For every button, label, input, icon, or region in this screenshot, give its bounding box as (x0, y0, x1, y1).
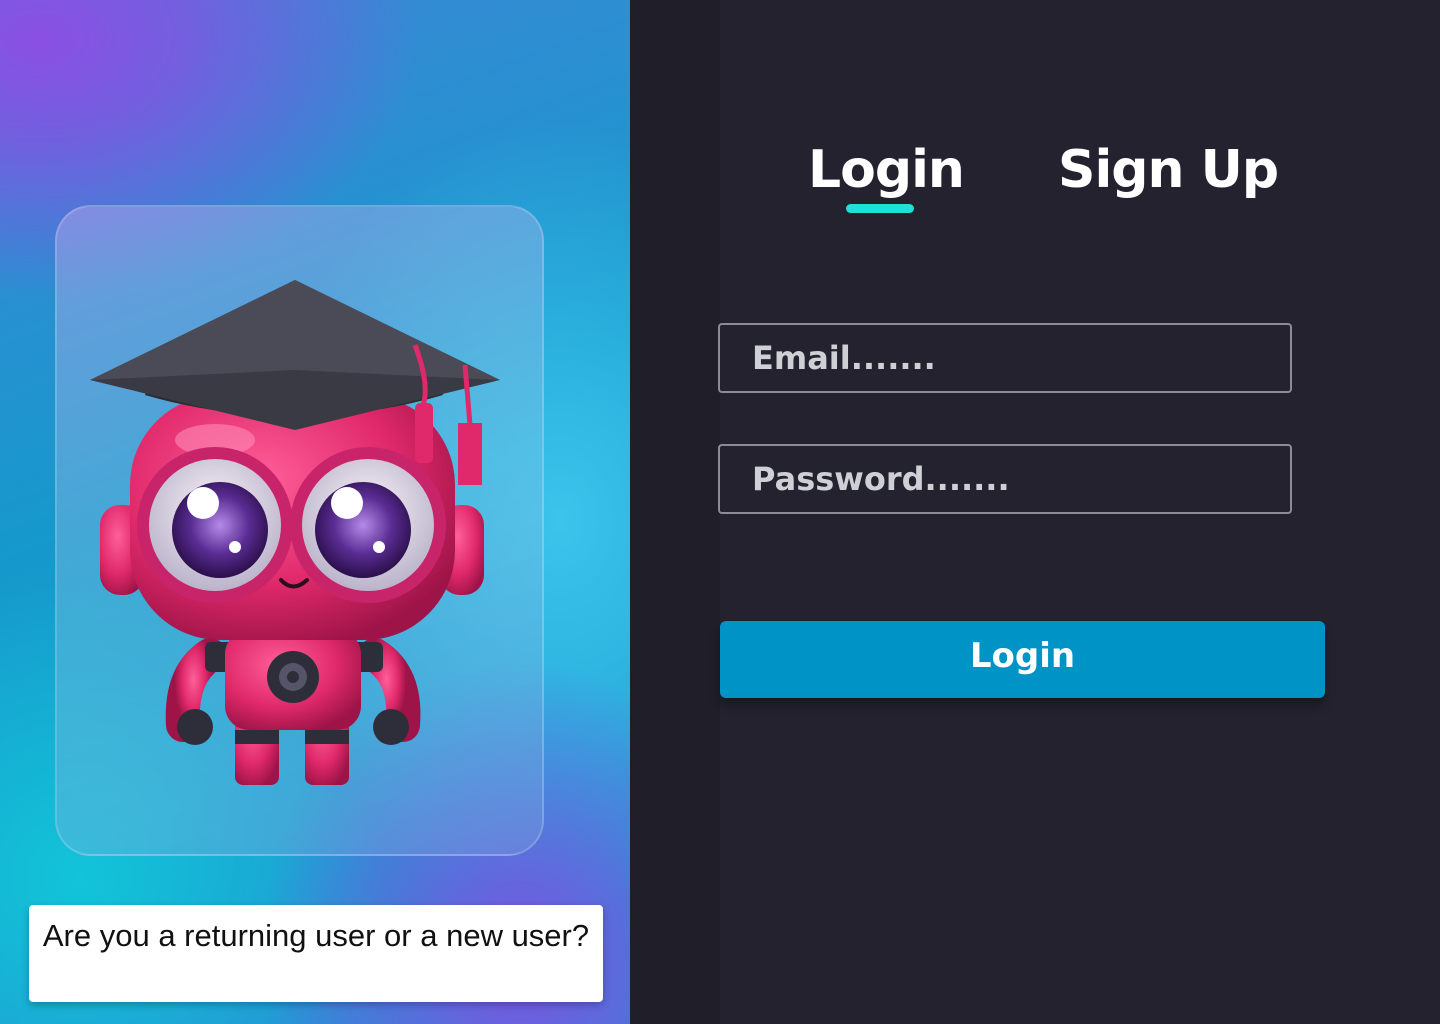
tab-login[interactable]: Login (808, 140, 965, 200)
tab-signup[interactable]: Sign Up (1058, 140, 1279, 200)
user-question-text: Are you a returning user or a new user? (42, 918, 590, 953)
password-placeholder: Password....... (752, 460, 1010, 498)
login-button[interactable]: Login (720, 621, 1325, 698)
email-placeholder: Email....... (752, 339, 936, 377)
active-tab-indicator (846, 204, 914, 213)
hero-panel: Are you a returning user or a new user? (0, 0, 630, 1024)
robot-mascot-image (90, 280, 500, 785)
auth-panel: Login Sign Up Email....... Password.....… (630, 0, 1440, 1024)
user-question-prompt: Are you a returning user or a new user? (29, 905, 603, 1002)
email-field[interactable]: Email....... (718, 323, 1292, 393)
panel-edge-shade (630, 0, 720, 1024)
password-field[interactable]: Password....... (718, 444, 1292, 514)
